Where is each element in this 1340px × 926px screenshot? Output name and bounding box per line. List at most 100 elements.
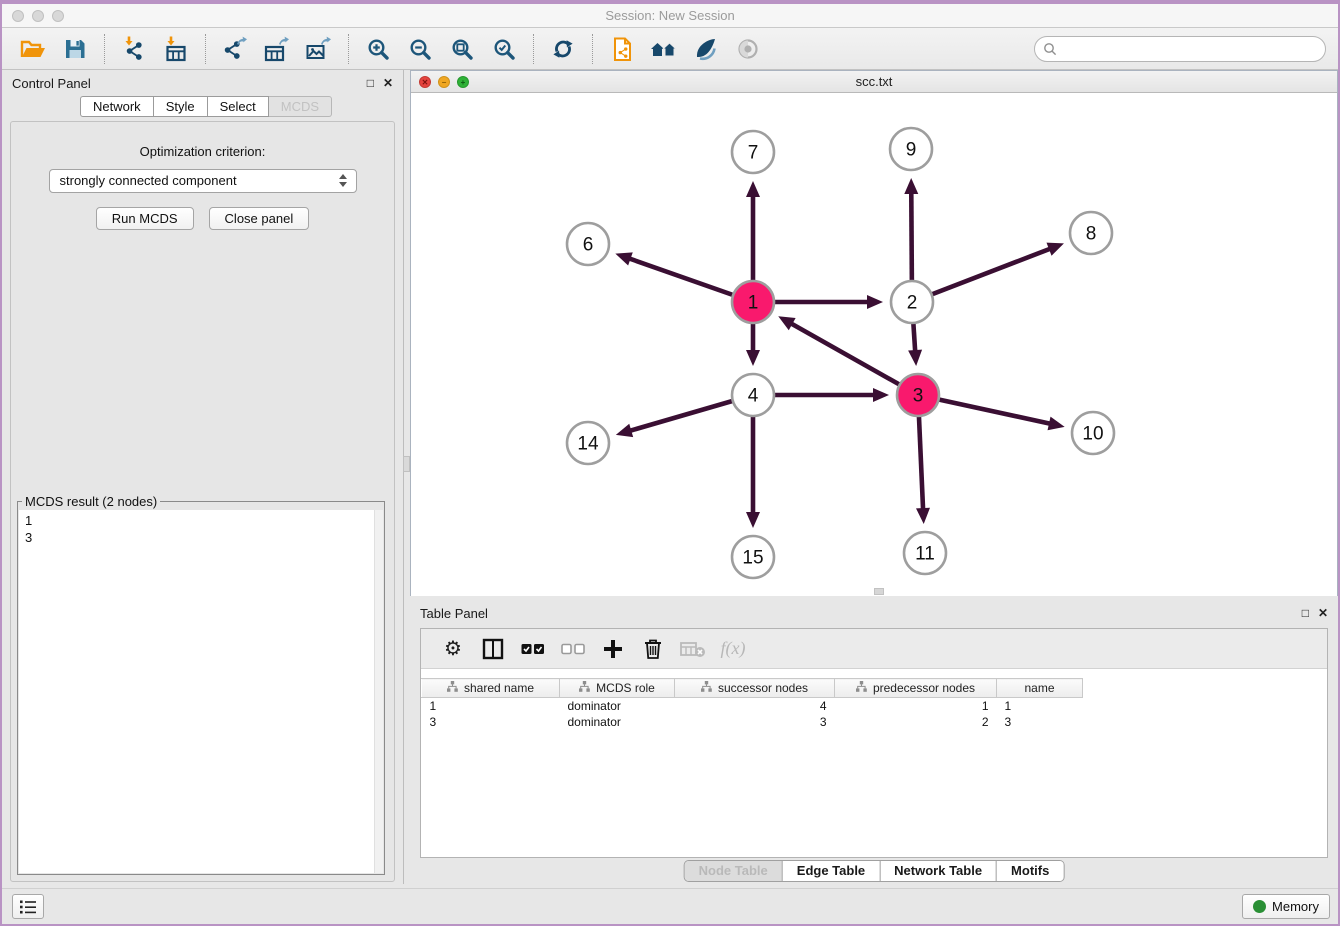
table-cell[interactable]: dominator <box>560 714 675 730</box>
mcds-panel: Optimization criterion: strongly connect… <box>10 121 395 882</box>
delete-columns-icon[interactable] <box>640 636 666 662</box>
table-panel: Table Panel □ ✕ ⚙ f(x) shared name MCD <box>410 600 1338 888</box>
table-cell[interactable]: dominator <box>560 698 675 714</box>
table-row[interactable]: 3dominator323 <box>422 714 1083 730</box>
tab-motifs[interactable]: Motifs <box>996 861 1063 881</box>
export-table-icon[interactable] <box>262 34 292 64</box>
edge-arrowhead <box>746 181 760 197</box>
zoom-in-icon[interactable] <box>363 34 393 64</box>
tab-mcds[interactable]: MCDS <box>269 96 332 117</box>
edge-arrowhead <box>867 295 883 309</box>
save-session-icon[interactable] <box>60 34 90 64</box>
edge-arrowhead <box>1048 417 1065 431</box>
minimize-window-icon[interactable] <box>32 10 44 22</box>
panel-splitter[interactable] <box>403 70 410 884</box>
search-input[interactable] <box>1057 42 1325 57</box>
splitter-grip[interactable] <box>403 456 410 472</box>
export-image-icon[interactable] <box>304 34 334 64</box>
import-table-icon[interactable] <box>161 34 191 64</box>
home-view-icon[interactable] <box>649 34 679 64</box>
mcds-result-group: MCDS result (2 nodes) 13 <box>17 494 385 875</box>
main-toolbar <box>2 28 1338 70</box>
zoom-out-icon[interactable] <box>405 34 435 64</box>
table-cell[interactable]: 4 <box>675 698 835 714</box>
table-tabs: Node TableEdge TableNetwork TableMotifs <box>684 860 1065 882</box>
open-session-icon[interactable] <box>18 34 48 64</box>
table-cell[interactable]: 2 <box>835 714 997 730</box>
table-cell[interactable]: 3 <box>422 714 560 730</box>
network-hscroll-handle[interactable] <box>874 588 884 595</box>
toolbar-separator <box>348 34 349 64</box>
graph-node-label-9: 9 <box>906 140 917 161</box>
column-label: successor nodes <box>718 681 808 695</box>
table-cell[interactable]: 3 <box>997 714 1083 730</box>
column-header-successor-nodes[interactable]: successor nodes <box>675 679 835 698</box>
memory-button[interactable]: Memory <box>1242 894 1330 919</box>
zoom-selected-icon[interactable] <box>489 34 519 64</box>
show-columns-icon[interactable] <box>480 636 506 662</box>
edge-2-8[interactable] <box>912 248 1051 302</box>
tab-style[interactable]: Style <box>154 96 208 117</box>
show-hide-graphics-icon[interactable] <box>733 34 763 64</box>
export-network-icon[interactable] <box>220 34 250 64</box>
column-label: name <box>1024 681 1054 695</box>
settings-gear-icon[interactable]: ⚙ <box>440 636 466 662</box>
edge-arrowhead <box>746 512 760 528</box>
criterion-selected-value: strongly connected component <box>60 173 237 188</box>
run-mcds-button[interactable]: Run MCDS <box>96 207 194 230</box>
table-cell[interactable]: 1 <box>422 698 560 714</box>
criterion-select[interactable]: strongly connected component <box>49 169 357 193</box>
close-panel-button[interactable]: Close panel <box>209 207 310 230</box>
column-header-MCDS-role[interactable]: MCDS role <box>560 679 675 698</box>
column-header-shared-name[interactable]: shared name <box>422 679 560 698</box>
node-table: shared name MCDS role successor nodes pr… <box>421 678 1083 730</box>
search-box[interactable] <box>1034 36 1326 62</box>
unselect-all-columns-icon[interactable] <box>560 636 586 662</box>
graph-node-label-4: 4 <box>748 386 759 407</box>
column-header-predecessor-nodes[interactable]: predecessor nodes <box>835 679 997 698</box>
graph-node-label-11: 11 <box>915 544 935 565</box>
zoom-window-icon[interactable] <box>52 10 64 22</box>
float-table-panel-icon[interactable]: □ <box>1302 607 1309 619</box>
graph-node-label-3: 3 <box>913 386 924 407</box>
column-header-name[interactable]: name <box>997 679 1083 698</box>
zoom-fit-icon[interactable] <box>447 34 477 64</box>
add-column-icon[interactable] <box>600 636 626 662</box>
apply-style-icon[interactable] <box>691 34 721 64</box>
mcds-result-title: MCDS result (2 nodes) <box>22 494 160 509</box>
copy-network-icon[interactable] <box>607 34 637 64</box>
task-history-button[interactable] <box>12 894 44 919</box>
table-cell[interactable]: 1 <box>997 698 1083 714</box>
import-network-icon[interactable] <box>119 34 149 64</box>
column-label: predecessor nodes <box>873 681 975 695</box>
tab-edge-table[interactable]: Edge Table <box>782 861 879 881</box>
close-table-panel-icon[interactable]: ✕ <box>1318 607 1328 619</box>
control-panel-title: Control Panel <box>12 76 91 91</box>
tab-network-table[interactable]: Network Table <box>879 861 996 881</box>
graph-node-label-6: 6 <box>583 235 594 256</box>
result-line: 3 <box>25 529 377 546</box>
result-scrollbar[interactable] <box>374 510 383 873</box>
close-panel-icon[interactable]: ✕ <box>383 77 393 89</box>
float-panel-icon[interactable]: □ <box>367 77 374 89</box>
graph-svg[interactable]: 7968124314101511 <box>411 93 1337 596</box>
network-minimize-icon[interactable]: − <box>438 76 450 88</box>
tab-node-table[interactable]: Node Table <box>685 861 782 881</box>
table-row[interactable]: 1dominator411 <box>422 698 1083 714</box>
network-window-titlebar[interactable]: ✕ − + scc.txt <box>411 71 1337 93</box>
network-canvas[interactable]: 7968124314101511 <box>411 93 1337 596</box>
network-maximize-icon[interactable]: + <box>457 76 469 88</box>
network-close-icon[interactable]: ✕ <box>419 76 431 88</box>
table-cell[interactable]: 1 <box>835 698 997 714</box>
close-window-icon[interactable] <box>12 10 24 22</box>
tab-network[interactable]: Network <box>80 96 154 117</box>
mcds-result-text[interactable]: 13 <box>19 510 383 873</box>
tab-select[interactable]: Select <box>208 96 269 117</box>
refresh-layout-icon[interactable] <box>548 34 578 64</box>
graph-node-label-10: 10 <box>1082 424 1103 445</box>
table-cell[interactable]: 3 <box>675 714 835 730</box>
select-all-columns-icon[interactable] <box>520 636 546 662</box>
toolbar-separator <box>205 34 206 64</box>
status-bar: Memory <box>2 888 1338 924</box>
edge-arrowhead <box>908 350 922 366</box>
